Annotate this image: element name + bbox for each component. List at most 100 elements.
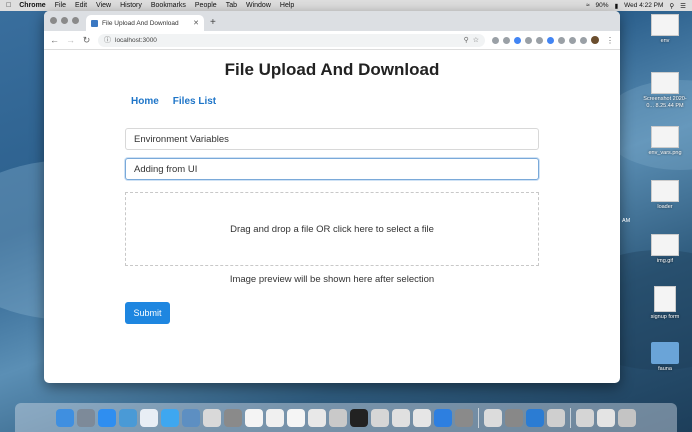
info-icon[interactable]: ⓘ [104,35,111,45]
extensions-area [492,36,599,44]
file-thumbnail [651,234,679,256]
music-icon[interactable] [308,408,326,427]
file-thumbnail [651,14,679,36]
system-preferences-icon[interactable] [455,408,473,427]
keynote-icon[interactable] [392,408,410,427]
safari-icon[interactable] [98,408,116,427]
bookmark-star-icon[interactable]: ☆ [473,36,479,44]
menu-edit[interactable]: Edit [75,2,87,9]
desktop-icon-label: fauna [658,366,672,372]
launchpad-icon[interactable] [77,408,95,427]
menu-tab[interactable]: Tab [226,2,237,9]
new-tab-icon[interactable]: + [210,17,216,28]
extension-icon[interactable] [569,36,576,44]
back-icon[interactable]: ← [50,35,59,45]
file-thumbnail [651,72,679,94]
close-window-button[interactable] [50,17,57,24]
app-store-icon[interactable] [434,408,452,427]
menu-help[interactable]: Help [280,2,294,9]
search-icon[interactable]: ⚲ [669,2,674,10]
terminal-icon[interactable] [505,408,523,427]
desktop-icon[interactable]: fauna [640,342,690,373]
extension-icon[interactable] [514,36,521,44]
desktop-icon[interactable]: env_vars.png [640,126,690,157]
podcasts-icon[interactable] [329,408,347,427]
menu-app-name[interactable]: Chrome [19,2,45,9]
forward-icon[interactable]: → [66,35,75,45]
desktop-icon[interactable]: env [640,14,690,45]
news-icon[interactable] [371,408,389,427]
title-input[interactable] [125,128,539,150]
file-dropzone[interactable]: Drag and drop a file OR click here to se… [125,192,539,266]
description-input[interactable] [125,158,539,180]
menu-view[interactable]: View [96,2,111,9]
address-bar[interactable]: ⓘ localhost:3000 ⚲ ☆ [98,33,485,47]
menu-people[interactable]: People [195,2,217,9]
battery-icon[interactable]: ▮ [615,2,619,10]
dock [15,403,677,432]
vscode-icon[interactable] [526,408,544,427]
file-thumbnail [651,180,679,202]
browser-tab[interactable]: File Upload And Download ✕ [86,15,204,31]
notes-icon[interactable] [287,408,305,427]
facetime-icon[interactable] [224,408,242,427]
favicon-icon [91,19,98,27]
desktop-icon[interactable]: signup form [640,286,690,321]
desktop-icon[interactable]: loader [640,180,690,211]
tv-icon[interactable] [350,408,368,427]
url-text: localhost:3000 [115,36,157,44]
maps-icon[interactable] [182,408,200,427]
nav-home-link[interactable]: Home [131,96,159,107]
menu-file[interactable]: File [55,2,66,9]
minimize-window-button[interactable] [61,17,68,24]
extension-icon[interactable] [547,36,554,44]
folder-icon [651,342,679,364]
menu-history[interactable]: History [120,2,142,9]
desktop-icon-label: loader [657,204,673,210]
menu-bookmarks[interactable]: Bookmarks [151,2,186,9]
extension-icon[interactable] [525,36,532,44]
battery-percent[interactable]: 90% [596,2,609,9]
desktop-icon-label: signup form [650,314,680,320]
finder-icon[interactable] [56,408,74,427]
control-center-icon[interactable]: ☰ [680,2,686,10]
mail-icon[interactable] [119,408,137,427]
desktop-icon[interactable]: Screenshot 2020-0... 8.25.44 PM [640,72,690,109]
extension-icon[interactable] [503,36,510,44]
extension-icon[interactable] [492,36,499,44]
photos-icon[interactable] [203,408,221,427]
menu-window[interactable]: Window [246,2,271,9]
desktop-icon[interactable]: img.gif [640,234,690,265]
downloads-folder-icon[interactable] [576,408,594,427]
page-title: File Upload And Download [224,60,440,79]
tab-strip: File Upload And Download ✕ + [44,11,620,31]
page-nav: Home Files List [131,96,216,107]
zoom-icon[interactable]: ⚲ [464,36,469,44]
extension-icon[interactable] [558,36,565,44]
nav-files-list-link[interactable]: Files List [173,96,216,107]
reload-icon[interactable]: ↻ [82,35,91,46]
messages-icon[interactable] [161,408,179,427]
trash-icon[interactable] [618,408,636,427]
chrome-icon[interactable] [484,408,502,427]
zoom-window-button[interactable] [72,17,79,24]
reminders-icon[interactable] [266,408,284,427]
partial-label: AM [622,218,631,224]
apple-icon[interactable]:  [6,2,11,9]
menu-kebab-icon[interactable]: ⋮ [606,36,614,45]
extension-icon[interactable] [536,36,543,44]
calendar-icon[interactable] [245,408,263,427]
contacts-icon[interactable] [140,408,158,427]
browser-toolbar: ← → ↻ ⓘ localhost:3000 ⚲ ☆ ⋮ [44,31,620,50]
profile-avatar[interactable] [591,36,599,44]
documents-icon[interactable] [597,408,615,427]
puzzle-icon[interactable] [580,36,587,44]
submit-button[interactable]: Submit [125,302,170,324]
desktop-icon-label: env [660,38,670,44]
wifi-icon[interactable]: ≈ [586,2,590,9]
clock[interactable]: Wed 4:22 PM [624,2,663,9]
page-content: File Upload And Download Home Files List… [44,50,620,383]
app-icon[interactable] [547,408,565,427]
close-tab-icon[interactable]: ✕ [193,19,199,27]
numbers-icon[interactable] [413,408,431,427]
